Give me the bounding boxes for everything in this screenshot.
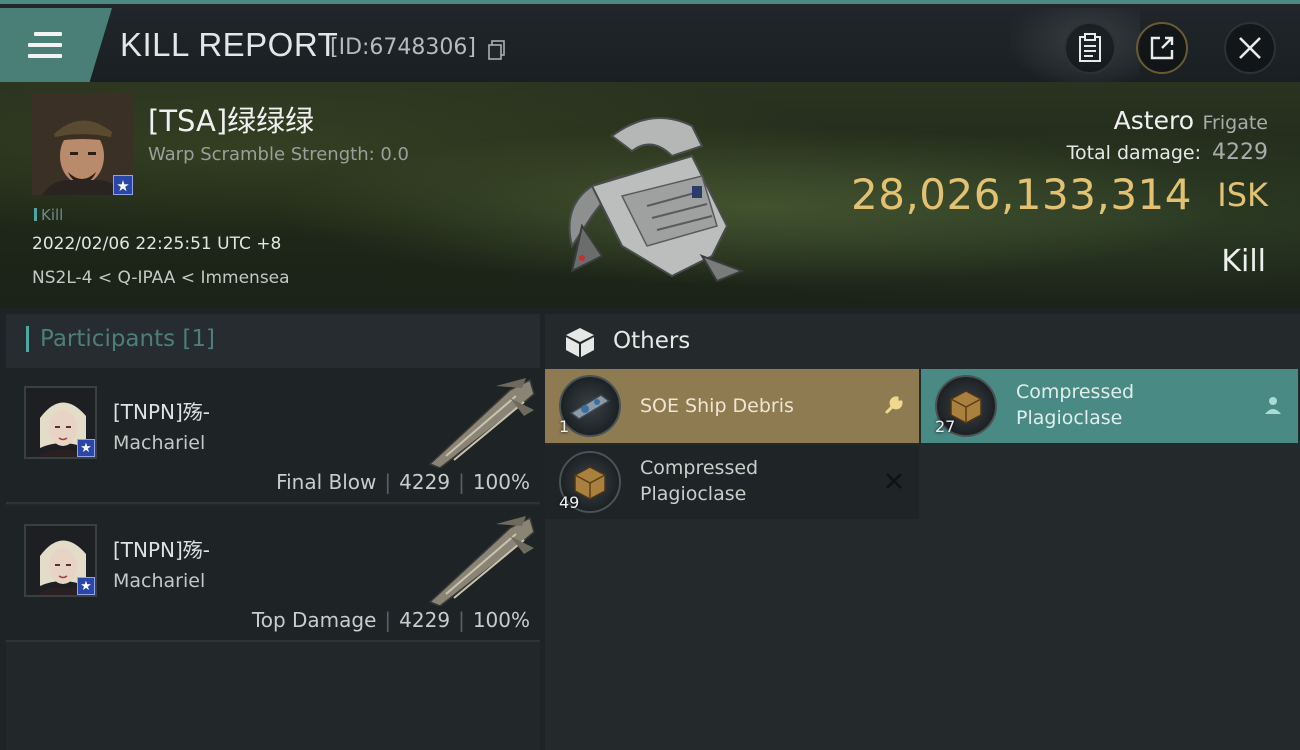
participant-stats: Final Blow | 4229 | 100%: [276, 470, 530, 494]
item-row-destroyed[interactable]: 49 Compressed Plagioclase: [545, 445, 919, 519]
item-quantity: 49: [559, 493, 580, 512]
participants-panel: Participants [1] ★ [TNPN]殇- Machariel Fi…: [6, 314, 540, 750]
victim-name[interactable]: [TSA]绿绿绿: [148, 98, 314, 140]
participant-row[interactable]: ★ [TNPN]殇- Machariel Top Damage | 4229 | 100…: [6, 506, 540, 642]
victim-ship-class: Frigate: [1202, 112, 1268, 134]
item-row-looted[interactable]: 27 Compressed Plagioclase: [921, 369, 1298, 443]
page-title: KILL REPORT: [120, 26, 339, 63]
share-button[interactable]: [1136, 22, 1188, 74]
standing-star-icon: ★: [113, 175, 133, 195]
kill-location[interactable]: NS2L-4 < Q-IPAA < Immensea: [32, 268, 290, 288]
participant-row[interactable]: ★ [TNPN]殇- Machariel Final Blow | 4229 | 100…: [6, 368, 540, 504]
total-damage-label: Total damage:: [1066, 142, 1201, 164]
standing-star-icon: ★: [77, 439, 95, 457]
participant-damage: 4229: [399, 470, 451, 494]
others-header: Others: [545, 314, 1300, 369]
participant-portrait[interactable]: ★: [24, 524, 97, 597]
item-name: Compressed Plagioclase: [640, 457, 759, 505]
item-quantity: 27: [935, 417, 956, 436]
victim-ship-image[interactable]: [552, 96, 752, 286]
cross-icon: [886, 473, 902, 489]
participant-ship-image[interactable]: [426, 514, 538, 606]
person-icon: [1265, 397, 1281, 414]
participant-stats: Top Damage | 4229 | 100%: [251, 608, 530, 632]
participant-percent: 100%: [472, 608, 530, 632]
participant-ship-image[interactable]: [426, 376, 538, 468]
cube-icon: [566, 328, 594, 357]
header-bar: KILL REPORT [ID:6748306]: [0, 0, 1300, 86]
wrench-icon: [885, 396, 903, 414]
total-damage-value: 4229: [1212, 140, 1268, 165]
item-quantity: 1: [559, 417, 570, 436]
isk-value: 28,026,133,314: [851, 170, 1192, 219]
victim-portrait[interactable]: ★: [32, 94, 133, 195]
participants-header: Participants [1]: [6, 314, 540, 368]
others-panel: Others 1 SOE Ship Debris 27 Compressed P…: [545, 314, 1300, 750]
copy-icon[interactable]: [488, 40, 506, 60]
isk-unit: ISK: [1217, 176, 1268, 214]
participant-role: Top Damage: [251, 608, 377, 632]
kill-result: Kill: [1221, 244, 1266, 279]
clipboard-icon: [1079, 33, 1101, 62]
victim-ship-name[interactable]: Astero: [1114, 106, 1194, 135]
participant-ship: Machariel: [113, 570, 206, 592]
item-name: Compressed Plagioclase: [1016, 381, 1135, 429]
hamburger-icon: [28, 32, 62, 65]
warp-scramble-strength: Warp Scramble Strength: 0.0: [148, 144, 410, 165]
participant-role: Final Blow: [276, 470, 377, 494]
participants-title: Participants [1]: [40, 326, 215, 352]
standing-star-icon: ★: [77, 577, 95, 595]
participants-header-accent: [26, 326, 29, 352]
close-button[interactable]: [1224, 22, 1276, 74]
participant-percent: 100%: [472, 470, 530, 494]
victim-banner: ★ [TSA]绿绿绿 Warp Scramble Strength: 0.0 K…: [0, 82, 1300, 308]
participant-portrait[interactable]: ★: [24, 386, 97, 459]
kill-datetime: 2022/02/06 22:25:51 UTC +8: [32, 234, 282, 254]
others-title: Others: [613, 328, 691, 354]
menu-button[interactable]: [0, 8, 112, 82]
item-name: SOE Ship Debris: [640, 395, 794, 417]
item-row-dropped[interactable]: 1 SOE Ship Debris: [545, 369, 919, 443]
share-icon: [1150, 36, 1174, 60]
participant-name[interactable]: [TNPN]殇-: [113, 396, 210, 425]
participant-damage: 4229: [399, 608, 451, 632]
report-id: [ID:6748306]: [330, 35, 476, 60]
kill-type-tag: Kill: [34, 206, 63, 224]
clipboard-button[interactable]: [1064, 22, 1116, 74]
participant-ship: Machariel: [113, 432, 206, 454]
close-icon: [1239, 37, 1261, 59]
participant-name[interactable]: [TNPN]殇-: [113, 534, 210, 563]
